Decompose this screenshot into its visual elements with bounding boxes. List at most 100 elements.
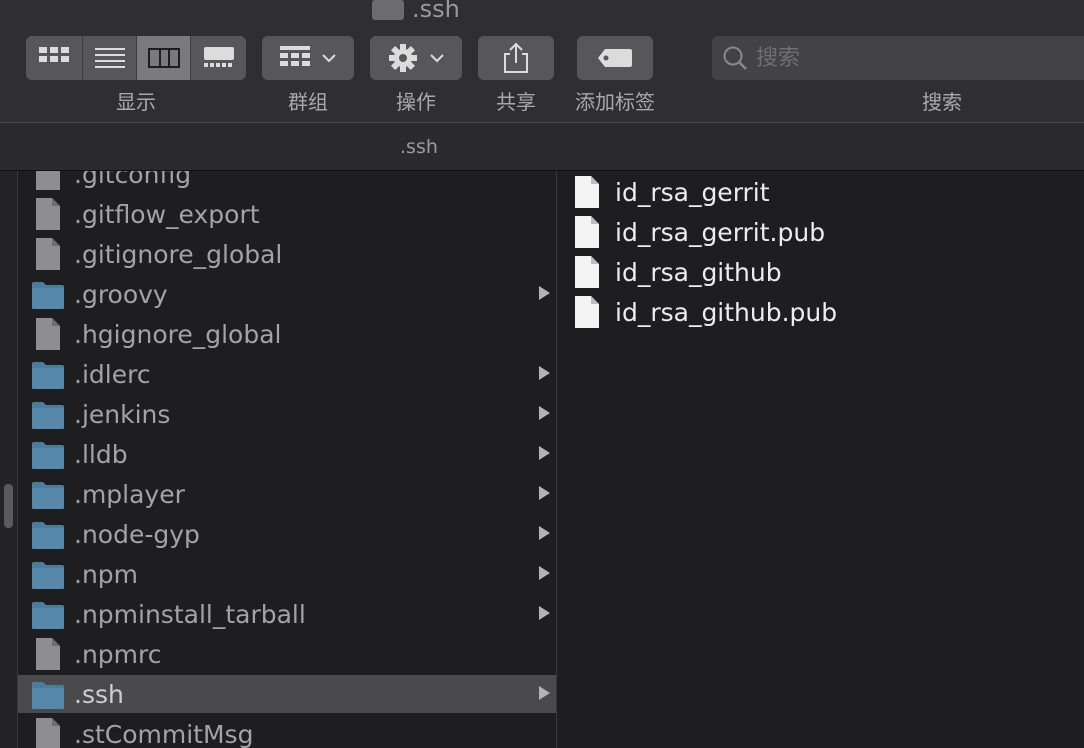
list-item[interactable]: .node-gyp [18, 515, 556, 553]
view-label: 显示 [116, 90, 156, 114]
column-1: .gitconfig .gitflow_export .gitignore_glob… [18, 171, 557, 748]
file-name: id_rsa_gerrit.pub [615, 217, 826, 247]
folder-icon [31, 277, 65, 311]
toolbar: .ssh 显示 群组 操作 共享 添加标签 搜索 搜索 [0, 0, 1084, 123]
chevron-down-icon [322, 54, 336, 63]
item-name: .stCommitMsg [74, 719, 254, 748]
item-name: .hgignore_global [74, 319, 282, 349]
disclosure-arrow-icon [539, 686, 550, 700]
list-item[interactable]: id_rsa_github [573, 253, 782, 291]
folder-icon [31, 477, 65, 511]
list-item[interactable]: .hgignore_global [18, 315, 556, 353]
item-name: .gitconfig [74, 171, 192, 189]
gallery-icon [203, 47, 234, 67]
folder-icon [31, 437, 65, 471]
item-name: .jenkins [74, 399, 171, 429]
list-item[interactable]: .npm [18, 555, 556, 593]
list-item[interactable]: .ssh [18, 675, 556, 713]
folder-icon [31, 397, 65, 431]
list-item[interactable]: .gitignore_global [18, 235, 556, 273]
item-name: .node-gyp [74, 519, 200, 549]
file-name: id_rsa_github [615, 257, 782, 287]
disclosure-arrow-icon [539, 286, 550, 300]
list-icon [94, 48, 125, 68]
item-name: .lldb [74, 439, 128, 469]
file-icon [573, 215, 601, 249]
gallery-view-button[interactable] [191, 36, 246, 80]
disclosure-arrow-icon [539, 606, 550, 620]
disclosure-arrow-icon [539, 446, 550, 460]
file-icon [573, 175, 601, 209]
disclosure-arrow-icon [539, 366, 550, 380]
file-icon [573, 255, 601, 289]
group-button[interactable] [262, 36, 354, 80]
item-name: .groovy [74, 279, 168, 309]
list-item[interactable]: id_rsa_gerrit [573, 173, 770, 211]
list-view-button[interactable] [83, 36, 137, 80]
list-item[interactable]: .stCommitMsg [18, 715, 556, 748]
item-name: .gitignore_global [74, 239, 283, 269]
share-label: 共享 [496, 90, 536, 114]
list-item[interactable]: id_rsa_github.pub [573, 293, 837, 331]
grid-icon [39, 47, 69, 62]
disclosure-arrow-icon [539, 566, 550, 580]
file-icon [573, 295, 601, 329]
folder-icon [31, 677, 65, 711]
list-item[interactable]: .lldb [18, 435, 556, 473]
path-title: .ssh [400, 135, 438, 158]
list-item[interactable]: .idlerc [18, 355, 556, 393]
folder-icon [372, 0, 404, 20]
item-name: .mplayer [74, 479, 185, 509]
item-name: .gitflow_export [74, 199, 260, 229]
column-2: id_rsa_gerrit id_rsa_gerrit.pub id_rsa_git… [557, 171, 1084, 748]
list-item[interactable]: .groovy [18, 275, 556, 313]
file-icon [31, 637, 65, 671]
action-button[interactable] [370, 36, 462, 80]
search-field[interactable] [712, 36, 1084, 80]
list-item[interactable]: .mplayer [18, 475, 556, 513]
item-name: .idlerc [74, 359, 151, 389]
search-input[interactable] [754, 44, 1058, 72]
file-name: id_rsa_gerrit [615, 177, 770, 207]
folder-icon [31, 557, 65, 591]
file-icon [31, 237, 65, 271]
tag-icon [598, 49, 632, 67]
group-label: 群组 [288, 90, 328, 114]
folder-icon [31, 597, 65, 631]
file-icon [31, 197, 65, 231]
window-title-text: .ssh [412, 0, 460, 23]
item-name: .npminstall_tarball [74, 599, 306, 629]
tag-button[interactable] [577, 36, 653, 80]
icon-view-button[interactable] [26, 36, 83, 80]
list-item[interactable]: .gitconfig [18, 171, 556, 193]
scrollbar-thumb[interactable] [4, 484, 13, 528]
list-item[interactable]: .gitflow_export [18, 195, 556, 233]
item-name: .ssh [74, 679, 124, 709]
list-item[interactable]: .npmrc [18, 635, 556, 673]
path-bar: .ssh [0, 123, 1084, 171]
folder-icon [31, 517, 65, 551]
column-view-button[interactable] [137, 36, 191, 80]
folder-icon [31, 357, 65, 391]
file-icon [31, 717, 65, 748]
window-title: .ssh [372, 0, 460, 24]
list-item[interactable]: id_rsa_gerrit.pub [573, 213, 825, 251]
left-column-edge [0, 171, 18, 748]
file-icon [31, 317, 65, 351]
file-name: id_rsa_github.pub [615, 297, 838, 327]
item-name: .npm [74, 559, 139, 589]
disclosure-arrow-icon [539, 526, 550, 540]
columns-icon [147, 48, 180, 68]
file-icon [31, 171, 65, 191]
list-item[interactable]: .jenkins [18, 395, 556, 433]
gear-icon [389, 44, 417, 72]
view-switcher [26, 36, 246, 80]
disclosure-arrow-icon [539, 486, 550, 500]
list-item[interactable]: .npminstall_tarball [18, 595, 556, 633]
disclosure-arrow-icon [539, 406, 550, 420]
action-label: 操作 [396, 90, 436, 114]
item-name: .npmrc [74, 639, 162, 669]
share-button[interactable] [478, 36, 554, 80]
chevron-down-icon [430, 54, 444, 63]
tag-label: 添加标签 [575, 90, 655, 114]
